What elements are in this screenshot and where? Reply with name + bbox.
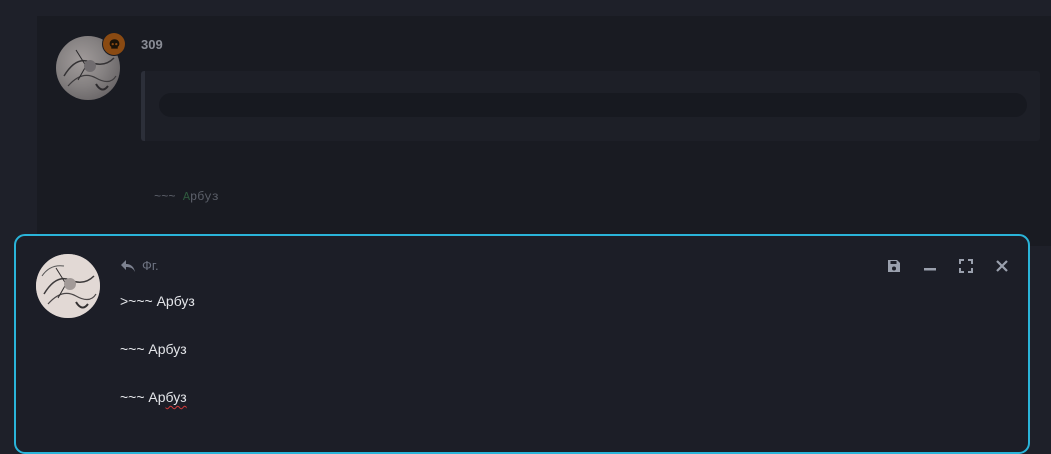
close-button[interactable] — [994, 258, 1010, 274]
editor-line-3-prefix: ~~~ Ар — [120, 389, 166, 405]
skull-icon — [103, 33, 125, 55]
minimize-icon — [924, 268, 936, 271]
editor-line-2: ~~~ Арбуз — [120, 341, 187, 357]
post-card: 309 ~~~ Арбуз — [37, 16, 1051, 246]
expand-icon — [959, 259, 973, 273]
close-icon — [996, 260, 1008, 272]
editor-content[interactable]: >~~~ Арбуз ~~~ Арбуз ~~~ Арбуз — [120, 292, 195, 436]
post-text-green: А — [182, 190, 191, 204]
post-username[interactable]: 309 — [141, 37, 163, 52]
save-icon — [888, 260, 900, 272]
expand-button[interactable] — [958, 258, 974, 274]
user-avatar[interactable] — [36, 254, 100, 318]
quote-placeholder-bar — [159, 93, 1027, 117]
minimize-button[interactable] — [922, 258, 938, 274]
reply-target[interactable]: Фг. — [120, 258, 159, 273]
reply-target-name: Фг. — [142, 258, 159, 273]
quote-block — [141, 71, 1040, 141]
post-text-rest: рбуз — [190, 190, 219, 204]
editor-line-1: >~~~ Арбуз — [120, 293, 195, 309]
reply-icon — [121, 259, 135, 272]
save-button[interactable] — [886, 258, 902, 274]
post-text: ~~~ Арбуз — [154, 190, 219, 204]
editor-toolbar — [886, 258, 1010, 274]
editor-line-3: ~~~ Арбуз — [120, 388, 195, 436]
post-text-prefix: ~~~ — [154, 190, 183, 204]
misspelled-word[interactable]: буз — [166, 389, 187, 405]
reply-editor[interactable]: Фг. >~~~ Арбуз ~~~ Арбуз ~~~ Арбуз — [14, 234, 1030, 454]
